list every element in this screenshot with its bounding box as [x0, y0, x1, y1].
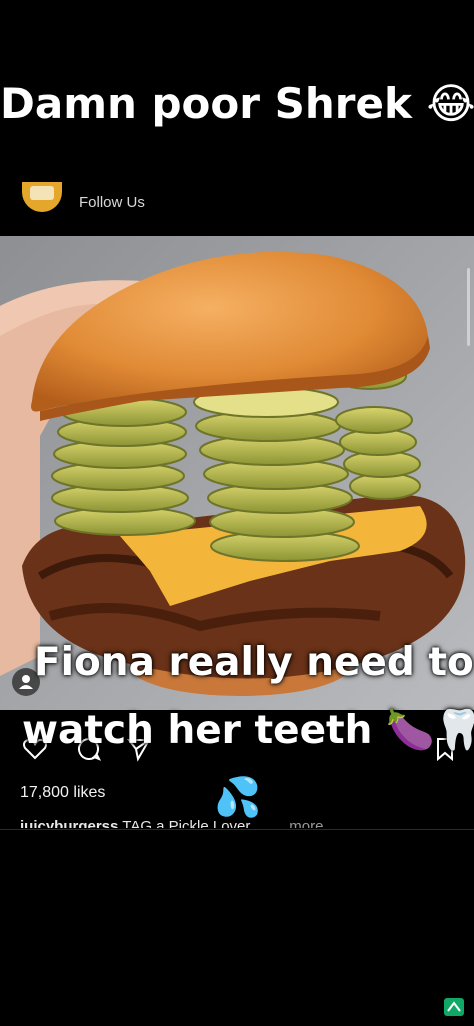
caption-username[interactable]: juicyburgerss: [20, 818, 118, 828]
top-caption-text: Damn poor Shrek: [0, 79, 412, 128]
scrollbar[interactable]: [467, 268, 470, 346]
meme-top-caption: Damn poor Shrek 😂: [0, 76, 474, 132]
caption-more-link[interactable]: ... more: [273, 818, 324, 828]
likes-count[interactable]: 17,800 likes: [20, 784, 105, 802]
overlay-caption-text: watch her teeth: [22, 708, 373, 753]
overlay-caption-line1: Fiona really need to: [34, 640, 474, 685]
follow-us-link[interactable]: Follow Us: [79, 194, 145, 211]
overlay-caption-line2: watch her teeth 🍆🦷: [22, 706, 474, 756]
post-caption[interactable]: juicyburgerss TAG a Pickle Lover ... mor…: [20, 817, 380, 828]
laughing-emoji-icon: 😂: [426, 79, 474, 128]
divider: [0, 829, 474, 830]
droplets-emoji-icon: 💦: [214, 777, 262, 819]
app-badge-icon[interactable]: [444, 998, 464, 1016]
eggplant-tooth-emoji-icon: 🍆🦷: [386, 708, 474, 753]
caption-text: TAG a Pickle Lover: [122, 818, 251, 828]
avatar[interactable]: [22, 182, 62, 212]
